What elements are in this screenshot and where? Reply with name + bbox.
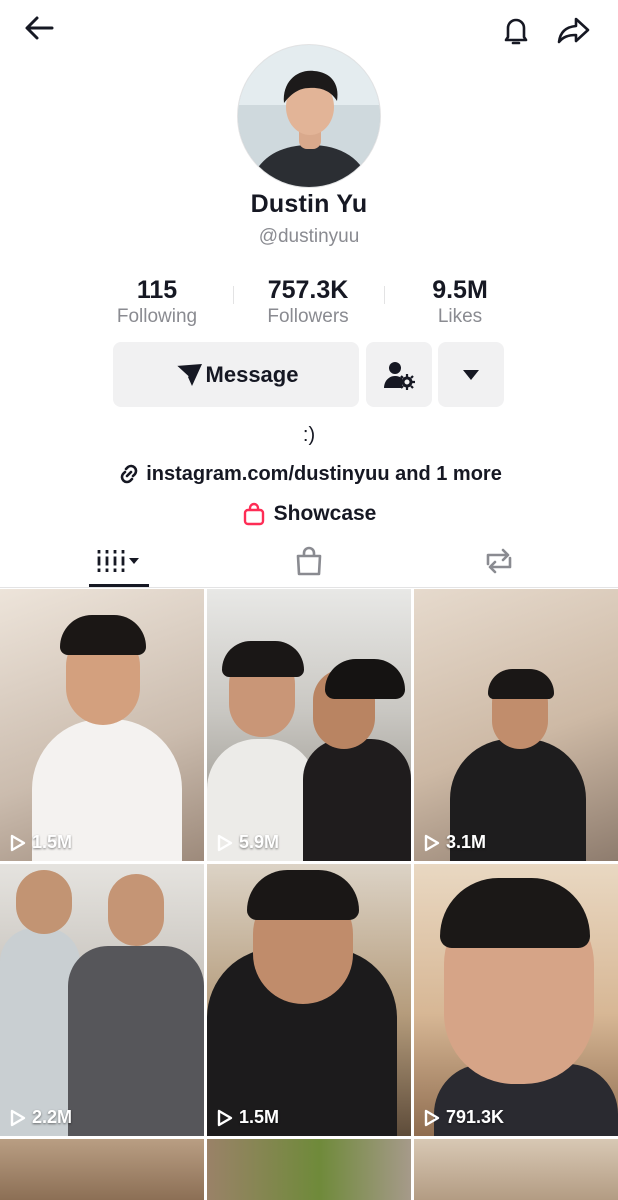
play-icon xyxy=(10,1109,26,1126)
stat-followers[interactable]: 757.3K Followers xyxy=(233,276,383,328)
thumbnail-figure xyxy=(16,870,72,934)
video-thumbnail[interactable]: 5.9M xyxy=(207,589,411,861)
avatar-photo xyxy=(238,45,380,187)
thumbnail-figure xyxy=(222,641,304,677)
share-arrow-icon xyxy=(557,17,590,44)
play-icon xyxy=(217,834,233,851)
repost-icon xyxy=(486,548,512,574)
stat-label: Likes xyxy=(437,306,483,327)
play-icon xyxy=(217,1109,233,1126)
shopping-bag-icon xyxy=(243,502,264,526)
view-count: 5.9M xyxy=(217,832,279,853)
play-icon xyxy=(424,834,440,851)
avatar[interactable] xyxy=(237,44,381,188)
back-button[interactable] xyxy=(17,6,61,50)
video-thumbnail[interactable] xyxy=(414,1139,618,1200)
more-dropdown-button[interactable] xyxy=(438,342,504,407)
share-button[interactable] xyxy=(552,8,596,52)
video-thumbnail[interactable]: 3.1M xyxy=(414,589,618,861)
bell-icon xyxy=(504,18,528,45)
user-gear-icon xyxy=(384,361,415,390)
stat-label: Followers xyxy=(267,306,349,327)
view-count: 1.5M xyxy=(10,832,72,853)
thumbnail-figure xyxy=(68,946,204,1136)
message-label: Message xyxy=(205,361,299,387)
play-icon xyxy=(424,1109,440,1126)
thumbnail-figure xyxy=(303,739,411,861)
showcase-label: Showcase xyxy=(273,502,377,525)
view-count: 791.3K xyxy=(424,1107,504,1128)
thumbnail-figure xyxy=(440,878,590,948)
link-icon xyxy=(120,464,138,484)
showcase-link[interactable]: Showcase xyxy=(0,502,618,526)
view-count: 1.5M xyxy=(217,1107,279,1128)
bio-link[interactable]: instagram.com/dustinyuu and 1 more xyxy=(0,461,618,487)
video-thumbnail[interactable]: 1.5M xyxy=(207,864,411,1136)
follow-settings-button[interactable] xyxy=(366,342,432,407)
stat-value: 115 xyxy=(136,276,178,304)
notifications-button[interactable] xyxy=(494,8,538,52)
video-thumbnail[interactable]: 2.2M xyxy=(0,864,204,1136)
tab-videos[interactable] xyxy=(16,535,222,587)
stat-likes[interactable]: 9.5M Likes xyxy=(385,276,535,328)
video-thumbnail[interactable] xyxy=(0,1139,204,1200)
thumbnail-figure xyxy=(247,870,359,920)
profile-handle: @dustinyuu xyxy=(258,226,360,247)
video-thumbnail[interactable]: 791.3K xyxy=(414,864,618,1136)
caret-down-icon xyxy=(463,369,479,380)
video-thumbnail[interactable]: 1.5M xyxy=(0,589,204,861)
profile-name: Dustin Yu xyxy=(250,190,368,218)
thumbnail-figure xyxy=(325,659,405,699)
bio-link-text: instagram.com/dustinyuu and 1 more xyxy=(146,462,502,485)
tab-shop[interactable] xyxy=(206,535,412,587)
play-icon xyxy=(10,834,26,851)
message-button[interactable]: Message xyxy=(113,342,359,407)
stat-value: 757.3K xyxy=(267,276,349,304)
thumbnail-figure xyxy=(488,669,554,699)
view-count: 2.2M xyxy=(10,1107,72,1128)
view-count: 3.1M xyxy=(424,832,486,853)
profile-bio: :) xyxy=(302,424,316,446)
arrow-left-icon xyxy=(25,16,54,40)
thumbnail-figure xyxy=(60,615,146,655)
tabs-divider xyxy=(0,587,618,588)
send-icon xyxy=(174,363,202,386)
tab-reposts[interactable] xyxy=(396,535,602,587)
stat-label: Following xyxy=(116,306,198,327)
video-thumbnail[interactable] xyxy=(207,1139,411,1200)
grid-bars-icon xyxy=(96,550,139,572)
thumbnail-figure xyxy=(108,874,164,946)
stat-following[interactable]: 115 Following xyxy=(82,276,232,328)
stat-value: 9.5M xyxy=(432,276,488,304)
shopping-bag-icon xyxy=(296,546,322,576)
